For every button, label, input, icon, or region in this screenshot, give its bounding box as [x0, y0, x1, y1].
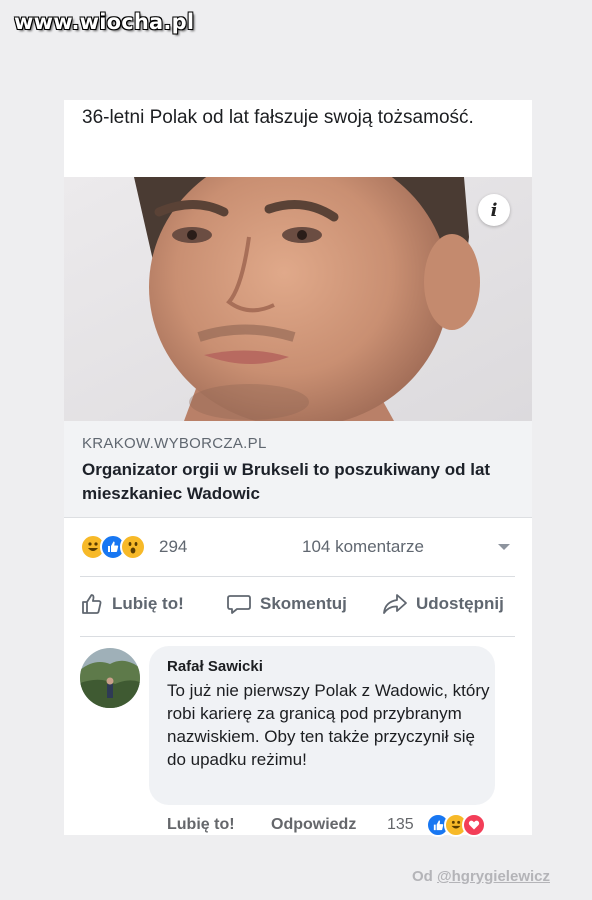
avatar-image [80, 648, 140, 708]
comments-count[interactable]: 104 komentarze [302, 537, 424, 557]
info-icon[interactable]: i [478, 194, 510, 226]
comment-reaction-icons[interactable] [426, 813, 486, 837]
comment-actions: Lubię to! Odpowiedz 135 [64, 813, 532, 839]
thumbs-up-icon [82, 594, 102, 614]
share-label: Udostępnij [416, 594, 504, 613]
post-actions: Lubię to! Skomentuj Udostępnij [64, 584, 532, 628]
chevron-down-icon[interactable] [498, 544, 510, 550]
link-domain: KRAKOW.WYBORCZA.PL [82, 435, 267, 452]
credit-prefix: Od [412, 868, 437, 885]
reactions-count[interactable]: 294 [159, 537, 187, 557]
watermark: www.wiocha.pl [14, 10, 195, 34]
portrait-photo [64, 177, 532, 421]
share-button[interactable]: Udostępnij [382, 592, 504, 616]
comment-like-button[interactable]: Lubię to! [167, 816, 235, 834]
comment-icon [227, 595, 251, 614]
divider [80, 576, 515, 577]
like-label: Lubię to! [112, 594, 184, 613]
comment-author[interactable]: Rafał Sawicki [167, 658, 263, 675]
reaction-icons[interactable] [80, 534, 146, 560]
comment-text: To już nie pierwszy Polak z Wadowic, któ… [167, 681, 490, 769]
wow-icon [120, 534, 146, 560]
facebook-post-card: 36-letni Polak od lat fałszuje swoją toż… [64, 100, 532, 837]
link-preview-footer[interactable]: KRAKOW.WYBORCZA.PL Organizator orgii w B… [64, 421, 532, 518]
post-stats: 294 104 komentarze [64, 530, 532, 562]
like-button[interactable]: Lubię to! [80, 592, 184, 616]
comment-button[interactable]: Skomentuj [226, 592, 347, 616]
comment-reply-button[interactable]: Odpowiedz [271, 816, 356, 834]
comment-bubble: Rafał Sawicki To już nie pierwszy Polak … [149, 646, 495, 805]
avatar[interactable] [80, 648, 140, 708]
comment-label: Skomentuj [260, 594, 347, 613]
post-text: 36-letni Polak od lat fałszuje swoją toż… [82, 107, 474, 128]
credit: Od @hgrygielewicz [412, 868, 550, 885]
comment-reactions-count[interactable]: 135 [387, 816, 414, 834]
link-title[interactable]: Organizator orgii w Brukseli to poszukiw… [82, 458, 522, 506]
love-icon [462, 813, 486, 837]
divider [80, 636, 515, 637]
share-icon [383, 594, 407, 614]
credit-handle[interactable]: @hgrygielewicz [437, 868, 550, 885]
link-preview-image[interactable]: i [64, 177, 532, 421]
